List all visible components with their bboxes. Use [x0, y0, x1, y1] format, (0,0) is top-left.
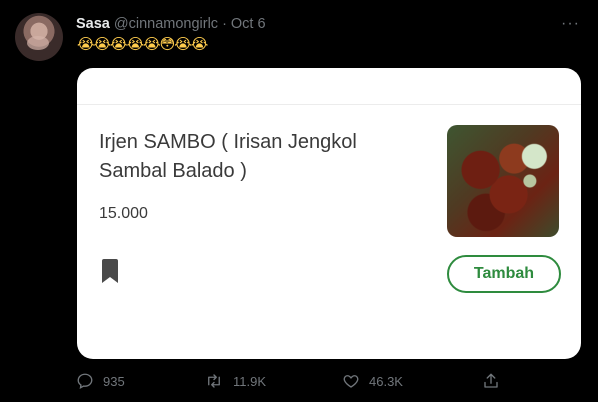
reply-count: 935	[103, 373, 125, 389]
bookmark-icon[interactable]	[101, 258, 119, 284]
tweet-header: Sasa @cinnamongirlc · Oct 6	[76, 14, 578, 34]
heart-icon	[343, 375, 359, 388]
food-image	[447, 125, 559, 237]
share-icon	[484, 373, 498, 388]
item-price: 15.000	[99, 205, 148, 222]
reply-icon	[77, 373, 93, 390]
retweet-icon	[208, 374, 220, 388]
tweet-actions: 935 11.9K 46.3K	[76, 372, 506, 392]
separator-dot: ·	[222, 16, 227, 32]
more-icon[interactable]: ···	[561, 15, 580, 33]
avatar[interactable]	[15, 13, 63, 61]
add-button[interactable]: Tambah	[447, 255, 561, 293]
like-button[interactable]: 46.3K	[342, 372, 403, 390]
retweet-count: 11.9K	[233, 373, 267, 389]
user-handle[interactable]: @cinnamongirlc	[114, 16, 218, 32]
timestamp[interactable]: Oct 6	[231, 16, 266, 32]
item-title: Irjen SAMBO ( Irisan Jengkol Sambal Bala…	[99, 131, 357, 182]
display-name[interactable]: Sasa	[76, 16, 110, 32]
attached-image-card[interactable]: Irjen SAMBO ( Irisan Jengkol Sambal Bala…	[77, 68, 581, 359]
share-button[interactable]	[482, 372, 500, 390]
reply-button[interactable]: 935	[76, 372, 125, 390]
like-count: 46.3K	[369, 373, 403, 389]
tweet-text: 😭😭😭😭😭😳😭😭	[77, 36, 208, 53]
card-divider	[77, 104, 581, 105]
retweet-button[interactable]: 11.9K	[204, 372, 266, 390]
